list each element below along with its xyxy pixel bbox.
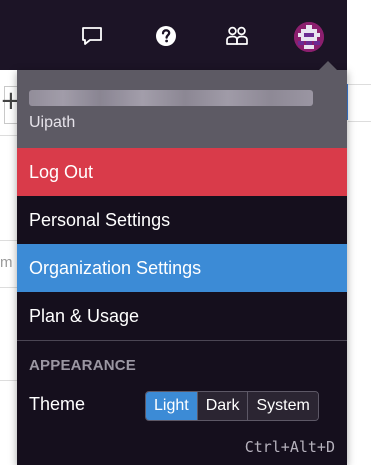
logout-menu-item[interactable]: Log Out [17, 148, 347, 196]
background-input-text: m [0, 254, 13, 271]
background-focus-line [347, 84, 348, 120]
organization-settings-menu-item[interactable]: Organization Settings [17, 244, 347, 292]
avatar[interactable] [294, 22, 324, 52]
background-right-field [348, 84, 371, 122]
appearance-section-label: APPEARANCE [29, 357, 137, 374]
logout-label: Log Out [29, 161, 94, 182]
personal-settings-menu-item[interactable]: Personal Settings [17, 196, 347, 244]
theme-shortcut-hint: Ctrl+Alt+D [244, 438, 335, 456]
user-menu-dropdown: ████████████████ Uipath Log Out Personal… [17, 61, 347, 465]
organization-settings-label: Organization Settings [29, 257, 202, 278]
theme-light-button[interactable]: Light [146, 392, 197, 420]
background-divider [0, 135, 18, 136]
chat-icon[interactable] [78, 22, 106, 50]
team-icon[interactable] [223, 22, 251, 50]
menu-divider [17, 340, 347, 341]
theme-toggle-group: Light Dark System [145, 391, 319, 421]
help-icon[interactable] [152, 22, 180, 50]
theme-system-button[interactable]: System [247, 392, 318, 420]
background-divider-bottom [0, 380, 18, 381]
top-app-bar [0, 0, 347, 70]
account-header: ████████████████ Uipath [17, 70, 347, 148]
plan-usage-label: Plan & Usage [29, 305, 140, 326]
personal-settings-label: Personal Settings [29, 209, 171, 230]
account-email-redacted: ████████████████ [29, 90, 313, 106]
account-org-name: Uipath [29, 114, 76, 131]
window-edge [347, 0, 371, 70]
theme-dark-button[interactable]: Dark [196, 392, 248, 420]
theme-label: Theme [29, 394, 86, 414]
plan-usage-menu-item[interactable]: Plan & Usage [17, 292, 347, 340]
menu-caret [319, 61, 337, 70]
